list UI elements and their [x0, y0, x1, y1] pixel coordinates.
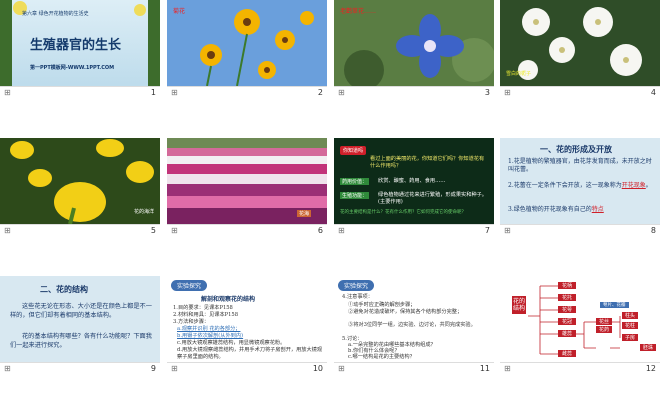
slide-10-step2: b.用镊子依次解剖(从外到内) — [177, 333, 244, 339]
slide-12-box1: 花柄 — [558, 282, 577, 289]
slide-icon: ⊞ — [504, 226, 511, 235]
slide-1-subtitle: 第六章 绿色开花植物的生活史 — [22, 11, 89, 17]
slide-11-tab: 实验探究 — [338, 280, 375, 291]
slide-8-point1: 1.花是植物的繁殖器官，由花芽发育而成，未开放之时叫花蕾。 — [508, 158, 652, 173]
slide-3-thumbnail[interactable]: 老鹳草花…… ⊞ 3 — [334, 0, 494, 98]
slide-1-title: 生殖器官的生长 — [30, 38, 122, 53]
slide-icon: ⊞ — [338, 226, 345, 235]
slide-number: 10 — [312, 364, 323, 373]
slide-12-mid4: 花柱 — [622, 322, 639, 329]
slide-icon: ⊞ — [171, 88, 178, 97]
slide-12-thumbnail[interactable]: 花的结构 花柄 花托 花萼 花冠 雄蕊 雌蕊 萼片、花瓣 花丝 花药 柱头 花柱… — [500, 276, 660, 374]
slide-8-thumbnail[interactable]: 一、花的形成及开放 1.花是植物的繁殖器官，由花芽发育而成，未开放之时叫花蕾。 … — [500, 138, 660, 236]
slide-11-thumbnail[interactable]: 实验探究 4.注意事项： ①动手时应正确的解剖步骤； ②避免对花造成破坏，保持其… — [334, 276, 494, 374]
slide-7-thumbnail[interactable]: 你知道吗 看过上面的美丽的花，你知道它们吗？你知道花有什么作用吗？ 药用价值： … — [334, 138, 494, 236]
slide-4-tag: 雪白的栀子 — [506, 71, 532, 77]
slide-number: 11 — [479, 364, 490, 373]
slide-icon: ⊞ — [338, 88, 345, 97]
slide-10-step1: a.观察并识别 花的各部分； — [177, 326, 241, 332]
slide-number: 9 — [150, 364, 156, 373]
slide-10-step3: c.用放大镜观察雄蕊结构，用显微镜观察花粉。 — [177, 340, 286, 346]
slide-5-tag: 花的海洋 — [133, 209, 154, 215]
slide-8-title: 一、花的形成及开放 — [540, 145, 612, 154]
slide-12-mid2: 花药 — [596, 326, 613, 333]
slide-5-thumbnail[interactable]: 花的海洋 ⊞ 5 — [0, 138, 160, 236]
slide-12-box3: 花萼 — [558, 306, 577, 313]
slide-4-thumbnail[interactable]: 雪白的栀子 ⊞ 4 — [500, 0, 660, 98]
slide-7-row2-key: 生殖功能： — [340, 192, 370, 199]
slide-9-title: 二、花的结构 — [40, 285, 88, 294]
slide-icon: ⊞ — [338, 364, 345, 373]
slide-7-note: 花的主要结构是什么？花有什么作用？它如何完成它的使命呢？ — [340, 210, 466, 215]
slide-10-step4: d.用放大镜观察雌蕊结构，并用手术刀将子房剖开，用放大镜观察子房里面的结构。 — [177, 347, 323, 360]
slide-7-row1-value: 欣赏、酿蜜、药用、食用…… — [378, 178, 446, 184]
slide-12-mid6: 胚珠 — [640, 344, 657, 351]
slide-number: 3 — [484, 88, 490, 97]
slide-10-title: 解剖和观察花的结构 — [201, 296, 256, 303]
slide-6-thumbnail[interactable]: 花海 ⊞ 6 — [167, 138, 327, 236]
slide-number: 2 — [317, 88, 323, 97]
slide-9-paragraph2: 花的基本结构有哪些？各有什么功能呢？下面我们一起来进行探究。 — [10, 333, 152, 349]
slide-number: 7 — [484, 226, 490, 235]
slide-8-keyword2: 特点 — [591, 206, 604, 213]
slide-number: 12 — [645, 364, 656, 373]
slide-number: 5 — [150, 226, 156, 235]
slide-12-mid3: 柱头 — [622, 312, 639, 319]
slide-1-footer: 第一PPT模板网-WWW.1PPT.COM — [30, 65, 115, 71]
slide-icon: ⊞ — [504, 88, 511, 97]
slide-12-box6: 雌蕊 — [558, 350, 577, 357]
slide-12-box2: 花托 — [558, 294, 577, 301]
slide-11-line1: 4.注意事项： — [342, 294, 373, 300]
sunflower-photo — [167, 0, 327, 86]
slide-2-thumbnail[interactable]: 菊花 ⊞ 2 — [167, 0, 327, 98]
slide-7-question: 看过上面的美丽的花，你知道它们吗？你知道花有什么作用吗？ — [370, 156, 485, 169]
slide-11-line8: c.哪一结构是花的主要结构？ — [348, 354, 415, 360]
slide-12-mid5: 子房 — [622, 334, 639, 341]
slide-10-item1: 1.目的要求：见课本P158 — [173, 305, 233, 311]
slide-11-line2: ①动手时应正确的解剖步骤； — [348, 302, 416, 308]
slide-icon: ⊞ — [171, 226, 178, 235]
slide-8-point2: 2.花蕾在一定条件下会开放，这一现象称为开花现象。 — [508, 182, 652, 189]
slide-10-tab: 实验探究 — [171, 280, 208, 291]
slide-10-item3: 3.方法和步骤： — [173, 319, 210, 325]
slide-1-thumbnail[interactable]: 第六章 绿色开花植物的生活史 生殖器官的生长 第一PPT模板网-WWW.1PPT… — [0, 0, 160, 98]
slide-8-keyword1: 开花现象 — [621, 182, 646, 189]
slide-7-badge: 你知道吗 — [340, 146, 367, 155]
slide-12-box5: 雄蕊 — [558, 330, 577, 337]
slide-10-thumbnail[interactable]: 实验探究 解剖和观察花的结构 1.目的要求：见课本P158 2.材料和用具：见课… — [167, 276, 327, 374]
slide-icon: ⊞ — [4, 364, 11, 373]
slide-icon: ⊞ — [504, 364, 511, 373]
slide-7-row2-value: 绿色植物通过花来进行繁殖，形成果实和种子。(主要作用) — [378, 192, 487, 205]
slide-7-row1-key: 药用价值： — [340, 178, 370, 185]
slide-number: 8 — [650, 226, 656, 235]
slide-10-item2: 2.材料和用具：见课本P158 — [173, 312, 239, 318]
flower-structure-diagram — [528, 285, 621, 355]
slide-number: 4 — [650, 88, 656, 97]
slide-11-line3: ②避免对花造成破坏，保持其各个结构部分完整； — [348, 309, 463, 315]
slide-9-paragraph1: 这些花无论在形态、大小还是在颜色上都是不一样的，但它们却有着相同的基本结构。 — [10, 303, 152, 319]
slide-8-point3: 3.绿色植物的开花现象有自己的特点 — [508, 206, 604, 213]
slide-icon: ⊞ — [4, 226, 11, 235]
slide-number: 1 — [150, 88, 156, 97]
slide-12-box4: 花冠 — [558, 318, 577, 325]
slide-6-tag: 花海 — [296, 210, 311, 217]
slide-2-tag: 菊花 — [173, 8, 186, 15]
slide-12-root: 花的结构 — [512, 296, 526, 314]
slide-11-line4: ③将对3位同学一组，边实验、边讨论，共同完成实验。 — [348, 322, 476, 328]
slide-icon: ⊞ — [4, 88, 11, 97]
slide-12-mid1: 花丝 — [596, 318, 613, 325]
slide-icon: ⊞ — [171, 364, 178, 373]
slide-9-thumbnail[interactable]: 二、花的结构 这些花无论在形态、大小还是在颜色上都是不一样的，但它们却有着相同的… — [0, 276, 160, 374]
slide-number: 6 — [317, 226, 323, 235]
slide-12-extra: 萼片、花瓣 — [600, 302, 629, 308]
slide-3-tag: 老鹳草花…… — [340, 8, 377, 15]
